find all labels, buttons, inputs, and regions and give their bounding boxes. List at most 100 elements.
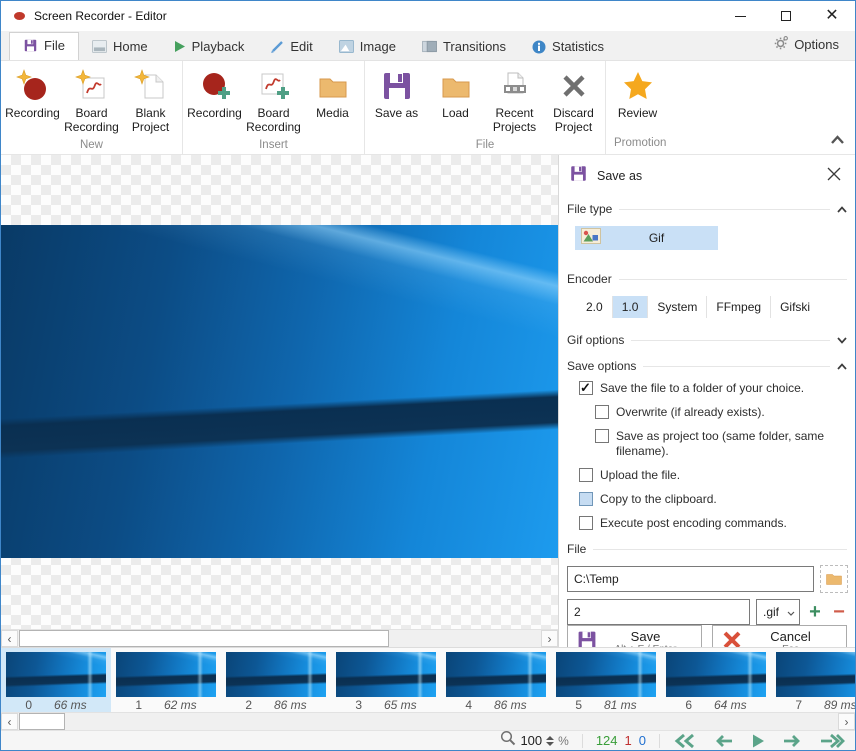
discard-x-icon (556, 68, 592, 104)
frame-thumbnail-1[interactable]: 1 62 ms (111, 648, 221, 712)
encoder-option-ffmpeg[interactable]: FFmpeg (706, 296, 770, 318)
checkbox-post-commands[interactable]: Execute post encoding commands. (579, 516, 848, 531)
gear-icon (774, 35, 789, 53)
new-recording-button[interactable]: Recording (3, 66, 62, 122)
insert-media-button[interactable]: Media (303, 66, 362, 122)
load-button[interactable]: Load (426, 66, 485, 122)
recent-projects-icon (497, 68, 533, 104)
button-label: Review (617, 106, 658, 120)
file-type-gif-button[interactable]: Gif (575, 226, 718, 250)
extension-select[interactable]: .gif (756, 599, 800, 625)
file-type-selected-label: Gif (648, 231, 665, 245)
play-button[interactable] (751, 733, 765, 749)
frame-thumbnail-2[interactable]: 2 86 ms (221, 648, 331, 712)
decrement-filename-button[interactable]: − (830, 602, 848, 622)
zoom-spinner[interactable] (546, 735, 555, 746)
folder-icon (315, 68, 351, 104)
tab-edit[interactable]: Edit (257, 34, 325, 60)
close-icon: ✕ (825, 7, 839, 24)
ribbon-collapse-button[interactable] (830, 131, 845, 149)
filename-input[interactable] (567, 599, 750, 625)
panel-close-button[interactable] (823, 165, 845, 188)
next-frame-button[interactable] (782, 733, 802, 749)
increment-filename-button[interactable]: + (806, 602, 824, 622)
file-type-header[interactable]: File type (567, 200, 847, 218)
frame-counts: 124 1 0 (596, 733, 646, 748)
checkbox-icon (579, 516, 593, 530)
options-button[interactable]: Options (766, 30, 847, 60)
cancel-button[interactable]: Cancel Esc (712, 625, 847, 647)
discard-project-button[interactable]: Discard Project (544, 66, 603, 137)
new-board-recording-button[interactable]: Board Recording (62, 66, 121, 137)
blank-project-icon (133, 68, 169, 104)
last-frame-button[interactable] (819, 733, 845, 749)
previous-frame-button[interactable] (714, 733, 734, 749)
chevron-up-icon (837, 357, 847, 375)
insert-recording-button[interactable]: Recording (185, 66, 244, 122)
minimize-button[interactable] (717, 1, 763, 31)
insert-recording-icon (197, 68, 233, 104)
chevron-up-icon (837, 200, 847, 218)
encoder-option-system[interactable]: System (647, 296, 706, 318)
checkbox-save-as-project[interactable]: Save as project too (same folder, same f… (595, 429, 848, 459)
review-button[interactable]: Review (608, 66, 667, 122)
button-label: Recording (187, 106, 242, 120)
recent-projects-button[interactable]: Recent Projects (485, 66, 544, 137)
encoder-option-2-0[interactable]: 2.0 (577, 296, 612, 318)
scroll-right-button[interactable]: › (838, 713, 855, 730)
tab-transitions[interactable]: Transitions (409, 34, 519, 60)
scroll-left-button[interactable]: ‹ (1, 713, 18, 730)
close-button[interactable]: ✕ (809, 1, 855, 31)
folder-path-input[interactable] (567, 566, 814, 592)
blank-project-button[interactable]: Blank Project (121, 66, 180, 137)
editor-canvas (1, 155, 558, 629)
tab-playback[interactable]: Playback (161, 34, 258, 60)
insert-board-recording-button[interactable]: Board Recording (244, 66, 303, 137)
encoder-option-gifski[interactable]: Gifski (770, 296, 819, 318)
panel-actions: Save Alt + E / Enter Cancel Esc (567, 625, 847, 647)
tab-file[interactable]: File (9, 32, 79, 60)
checkbox-save-to-folder[interactable]: Save the file to a folder of your choice… (579, 380, 848, 396)
ribbon-group-label: Promotion (614, 137, 667, 149)
ribbon-group-label: New (79, 138, 103, 151)
scroll-track[interactable] (18, 630, 541, 647)
tab-home[interactable]: Home (79, 34, 161, 60)
frame-thumbnail-3[interactable]: 3 65 ms (331, 648, 441, 712)
browse-folder-button[interactable] (820, 565, 848, 593)
save-options-header[interactable]: Save options (567, 357, 847, 375)
checkbox-icon (579, 468, 593, 482)
scroll-right-button[interactable]: › (541, 630, 558, 647)
ribbon-tab-bar: File Home Playback Edit Image Transition… (1, 31, 855, 61)
checkbox-upload[interactable]: Upload the file. (579, 468, 848, 483)
encoder-option-1-0[interactable]: 1.0 (611, 296, 648, 318)
zoom-value[interactable]: 100 (520, 733, 542, 748)
checkbox-copy-clipboard[interactable]: Copy to the clipboard. (579, 492, 848, 507)
folder-icon (438, 68, 474, 104)
button-label: Board Recording (64, 106, 119, 135)
minimize-icon (734, 15, 746, 17)
save-button[interactable]: Save Alt + E / Enter (567, 625, 702, 647)
frame-strip: 0 66 ms 1 62 ms 2 86 ms 3 65 ms 4 86 ms 5 81 m… (1, 647, 855, 712)
frame-thumbnail-6[interactable]: 6 64 ms (661, 648, 771, 712)
frame-image (666, 652, 766, 697)
frame-thumbnail-7[interactable]: 7 89 ms (771, 648, 855, 712)
tab-image[interactable]: Image (326, 34, 409, 60)
maximize-button[interactable] (763, 1, 809, 31)
new-recording-icon (15, 68, 51, 104)
frame-thumbnail-4[interactable]: 4 86 ms (441, 648, 551, 712)
save-as-button[interactable]: Save as (367, 66, 426, 122)
gif-options-header[interactable]: Gif options (567, 331, 847, 349)
frame-thumbnail-0[interactable]: 0 66 ms (1, 648, 111, 712)
tab-statistics[interactable]: Statistics (519, 34, 617, 60)
scroll-thumb[interactable] (19, 713, 65, 730)
checkbox-overwrite[interactable]: Overwrite (if already exists). (595, 405, 848, 420)
window-title: Screen Recorder - Editor (34, 9, 167, 23)
scroll-left-button[interactable]: ‹ (1, 630, 18, 647)
frame-thumbnail-5[interactable]: 5 81 ms (551, 648, 661, 712)
scroll-track[interactable] (18, 713, 838, 730)
frame-image (116, 652, 216, 697)
info-icon (532, 40, 546, 54)
scroll-thumb[interactable] (19, 630, 389, 647)
filename-row: .gif + − (567, 599, 848, 625)
first-frame-button[interactable] (673, 733, 697, 749)
